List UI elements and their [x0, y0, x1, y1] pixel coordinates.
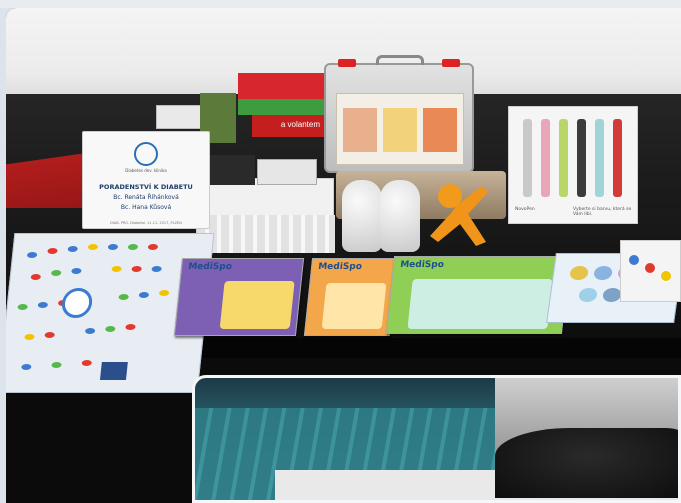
- booklet-brand: MediSpo: [187, 262, 233, 272]
- sample-pack: [205, 155, 255, 185]
- board-dot: [71, 268, 82, 274]
- sign-name-1: Bc. Renáta Říhánková: [113, 194, 179, 201]
- sample-pack: [257, 159, 317, 185]
- insert-image: [383, 108, 417, 152]
- board-dot: [87, 244, 99, 250]
- board-dot: [30, 274, 42, 280]
- pens-caption-right: Vyberte si barvu, která se Vám líbí.: [573, 207, 632, 217]
- board-dot: [127, 244, 139, 250]
- insulin-pens-display: NovoPen Vyberte si barvu, která se Vám l…: [508, 106, 638, 224]
- insulin-pen: [559, 119, 568, 197]
- sign-title: PORADENSTVÍ K DIABETU: [99, 183, 193, 191]
- booklet-illustration: [407, 279, 553, 329]
- crate-grid: [197, 215, 335, 253]
- board-dot: [131, 266, 142, 272]
- board-dot: [17, 304, 28, 310]
- board-dot: [26, 252, 38, 258]
- board-dot: [47, 248, 58, 254]
- board-dot: [67, 246, 79, 252]
- pens-caption: NovoPen Vyberte si barvu, která se Vám l…: [515, 207, 633, 217]
- board-dot: [81, 360, 93, 366]
- sample-crate: [196, 155, 335, 253]
- orange-figure: [430, 184, 488, 246]
- board-dot: [51, 362, 62, 368]
- flyer-dot: [661, 271, 671, 281]
- insert-image: [343, 108, 377, 152]
- board-dot: [84, 328, 96, 334]
- red-book-cover: a volantem: [252, 115, 324, 137]
- insulin-pen: [595, 119, 604, 197]
- sign-name-2: Bc. Hana Kůsová: [120, 204, 172, 211]
- insulin-pen: [577, 119, 586, 197]
- board-dot: [111, 266, 122, 272]
- page-top-band: [0, 0, 681, 8]
- flyer-dot: [645, 263, 655, 273]
- sign-footer: DIAB. PRO. Diabetol. 11.11. 2017, PLZEN: [110, 221, 182, 225]
- green-book: [238, 99, 324, 115]
- insulin-pen: [613, 119, 622, 197]
- board-dot: [118, 294, 129, 300]
- booklet-brand: MediSpo: [317, 262, 363, 272]
- booklet: MediSpo: [385, 256, 571, 334]
- booklet: MediSpo: [173, 258, 305, 336]
- brochure-flower: [569, 266, 590, 280]
- booklet: MediSpo: [303, 258, 399, 336]
- white-figure: [380, 180, 420, 252]
- board-dot: [105, 326, 116, 332]
- insulin-pen: [523, 119, 532, 197]
- case-insert-card: [336, 93, 464, 165]
- booklet-illustration: [321, 283, 387, 329]
- booklet-brand: MediSpo: [399, 260, 445, 270]
- board-dot: [138, 292, 150, 298]
- board-dot: [158, 290, 170, 296]
- board-dot: [147, 244, 159, 250]
- board-dot: [37, 302, 49, 308]
- table-edge: [156, 338, 681, 358]
- board-dot: [107, 244, 119, 250]
- board-dot: [44, 332, 56, 338]
- foam-mat: [495, 428, 678, 498]
- board-dot: [125, 324, 136, 330]
- logo-circle-icon: [134, 142, 158, 166]
- case-latch-left: [338, 59, 356, 67]
- inset-photo: [192, 375, 681, 503]
- brochure-flower: [578, 288, 598, 302]
- flyer-dot: [629, 255, 639, 265]
- case-latch-right: [442, 59, 460, 67]
- flyer-stack: [620, 240, 681, 302]
- board-dot: [21, 364, 32, 370]
- brochure-flower: [602, 288, 622, 302]
- insulin-pen: [541, 119, 550, 197]
- sign-logo-text: Diabetes dev. klinika: [125, 168, 167, 173]
- case-handle: [376, 55, 424, 65]
- open-case: [324, 55, 474, 173]
- name-sign: Diabetes dev. klinika PORADENSTVÍ K DIAB…: [82, 131, 210, 229]
- pens-caption-left: NovoPen: [515, 207, 535, 212]
- brochure-flower: [593, 266, 614, 280]
- board-center-icon: [60, 288, 94, 318]
- red-book: [238, 73, 324, 99]
- book-label: a volantem: [280, 120, 320, 129]
- booklet-illustration: [219, 281, 295, 329]
- insert-image: [423, 108, 457, 152]
- board-dot: [50, 270, 62, 276]
- white-figure: [342, 180, 382, 252]
- board-logo-icon: [99, 362, 128, 380]
- board-dot: [24, 334, 35, 340]
- board-dot: [151, 266, 162, 272]
